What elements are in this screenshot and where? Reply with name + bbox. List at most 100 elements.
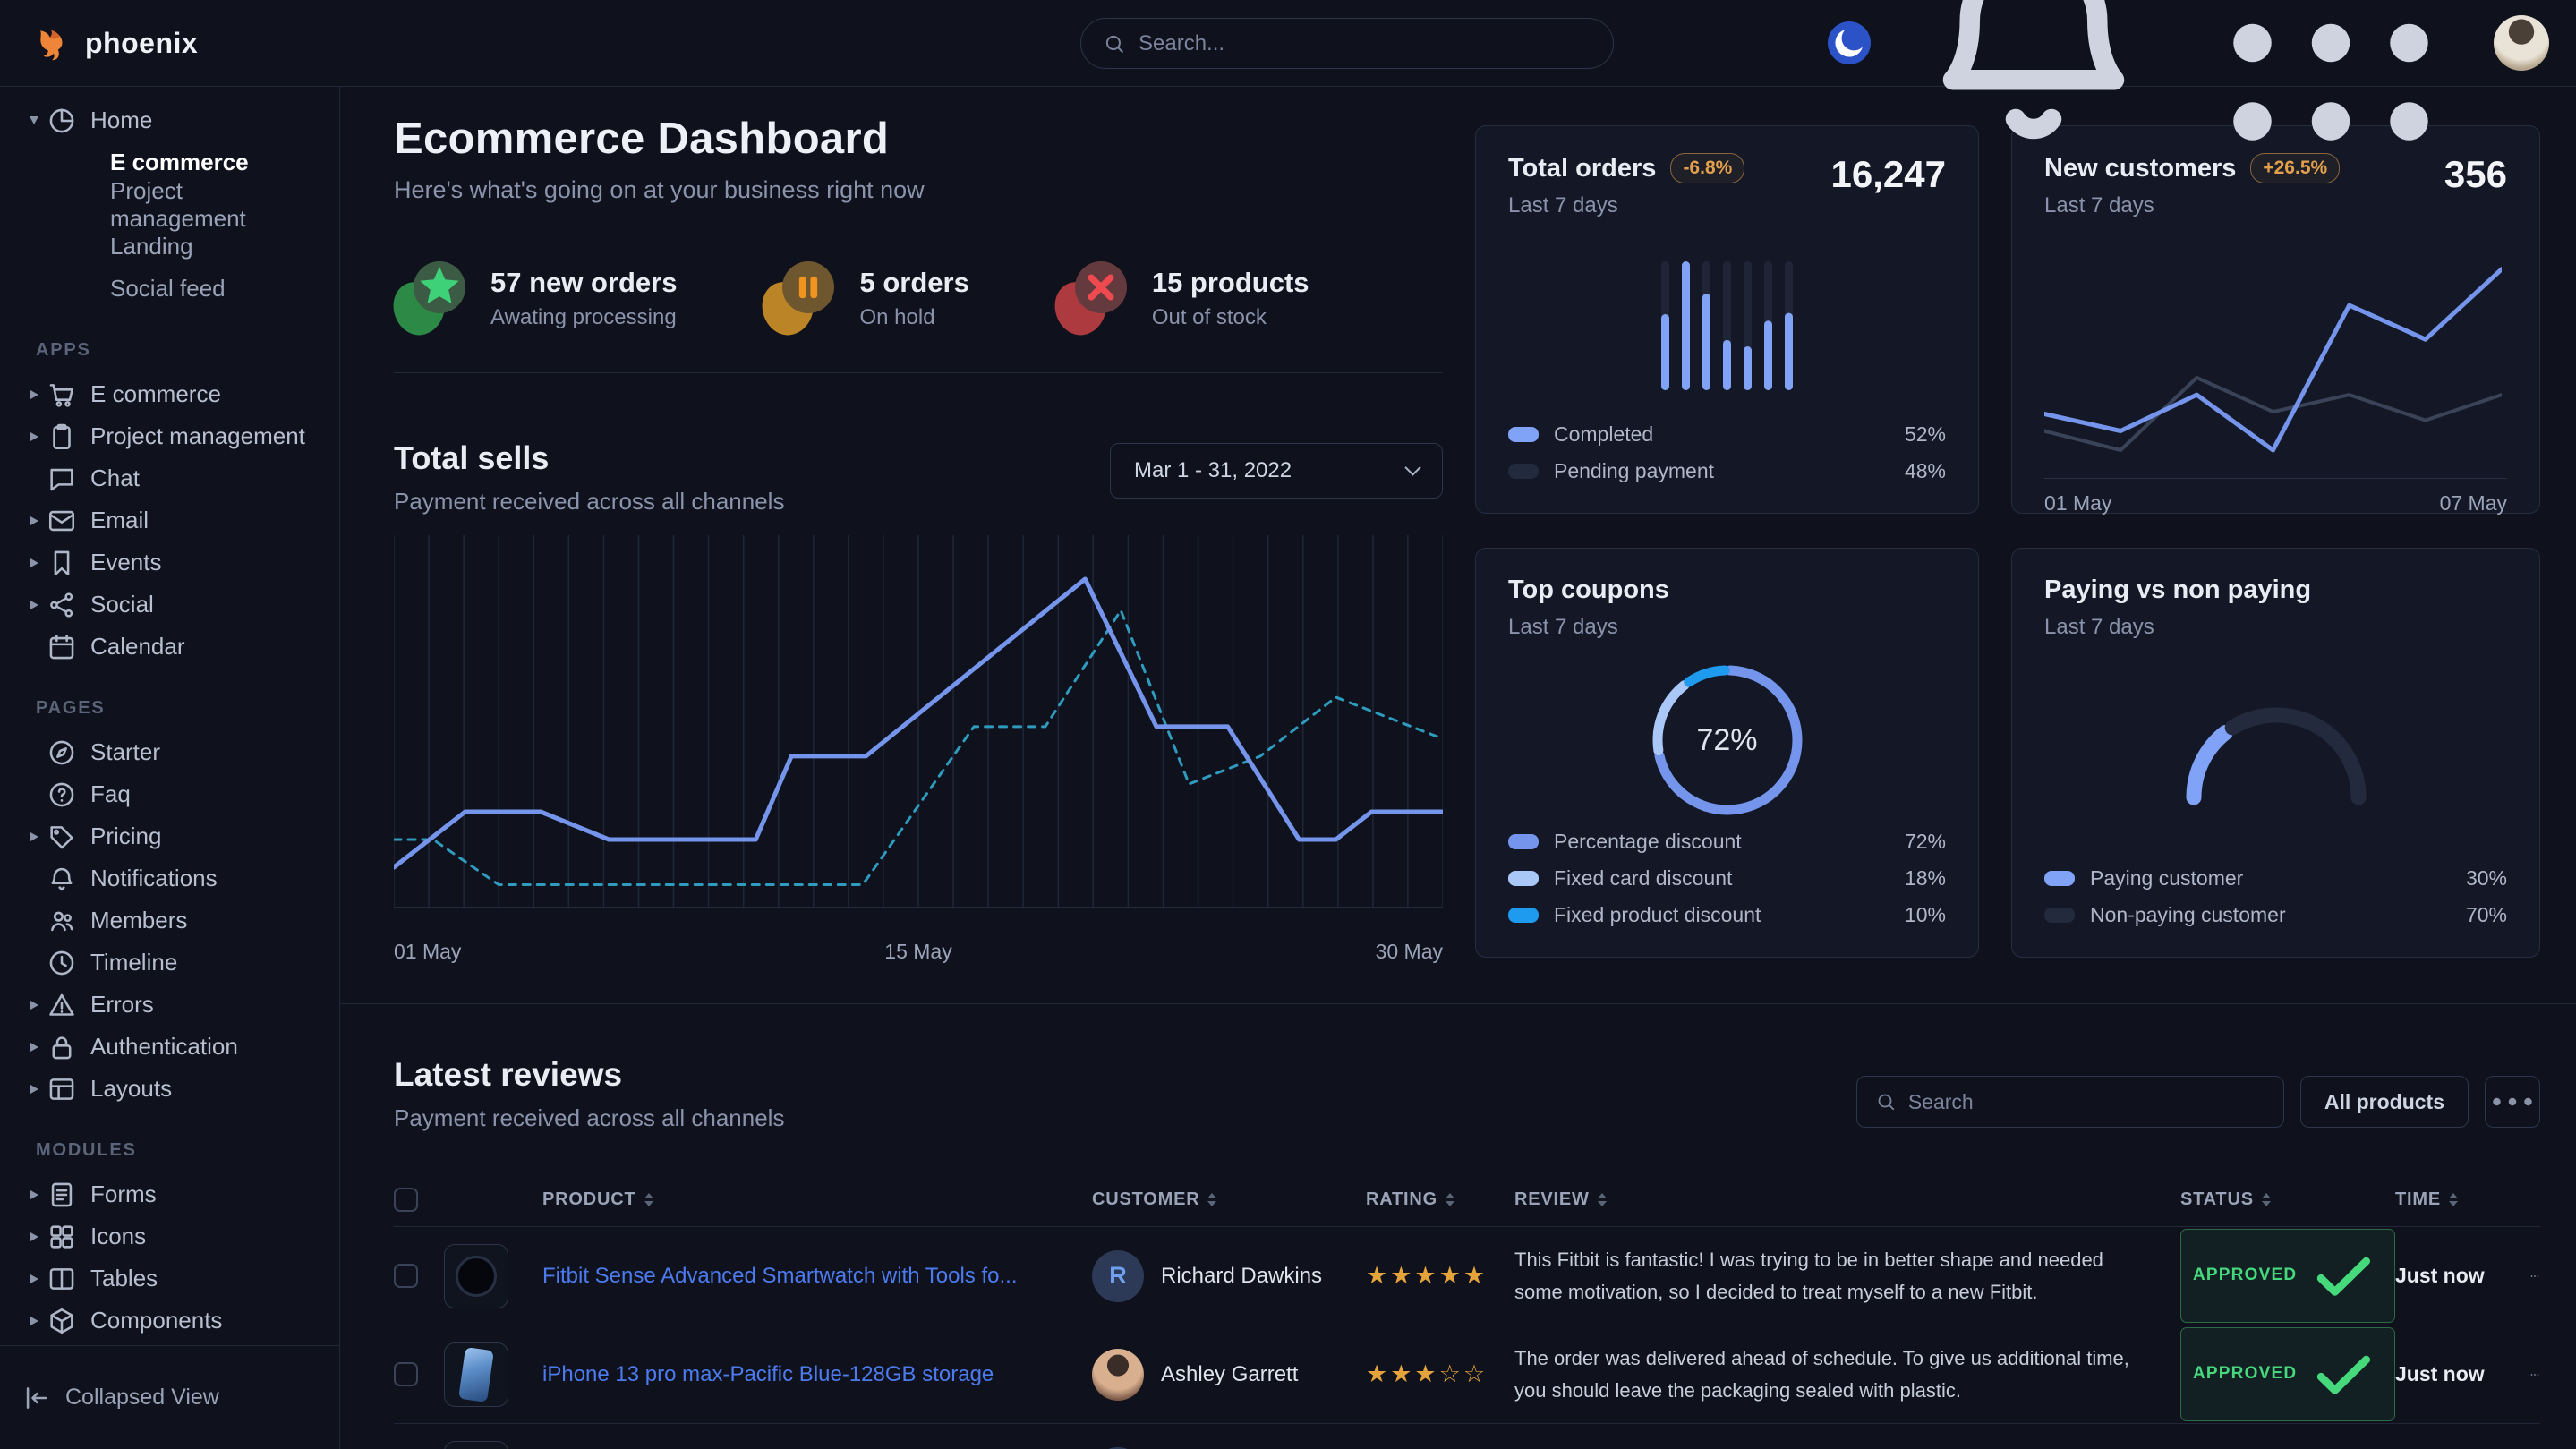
apps-menu-button[interactable] <box>2196 0 2465 177</box>
status-badge: APPROVED <box>2180 1229 2395 1323</box>
product-link[interactable]: iPhone 13 pro max-Pacific Blue-128GB sto… <box>542 1362 1092 1387</box>
product-link[interactable]: Fitbit Sense Advanced Smartwatch with To… <box>542 1264 1092 1289</box>
reviews-menu-button[interactable] <box>2485 1076 2540 1128</box>
new-customers-x-axis: 01 May 07 May <box>2044 478 2507 516</box>
sidebar-item-icons[interactable]: Icons <box>21 1215 321 1257</box>
brand-name: phoenix <box>85 27 198 60</box>
column-header-review[interactable]: REVIEW <box>1514 1189 2180 1210</box>
sidebar-item-authentication[interactable]: Authentication <box>21 1026 321 1068</box>
reviews-search[interactable] <box>1856 1076 2284 1128</box>
reviews-search-input[interactable] <box>1908 1090 2265 1114</box>
avatar[interactable]: R <box>1092 1250 1144 1302</box>
product-thumbnail-smartwatch[interactable] <box>444 1244 508 1308</box>
legend-swatch <box>1508 427 1539 442</box>
row-checkbox[interactable] <box>394 1264 418 1288</box>
sidebar-item-calendar[interactable]: Calendar <box>21 626 321 668</box>
table-row: iPhone 13 pro max-Pacific Blue-128GB sto… <box>394 1325 2540 1424</box>
sidebar-item-components[interactable]: Components <box>21 1300 321 1342</box>
phoenix-flame-icon <box>34 24 72 62</box>
column-header-product[interactable]: PRODUCT <box>542 1189 1092 1210</box>
product-thumbnail-iphone[interactable] <box>444 1342 508 1407</box>
brand-logo[interactable]: phoenix <box>34 24 198 62</box>
ellipsis-icon <box>2529 1271 2540 1282</box>
legend-swatch <box>1508 834 1539 849</box>
bell-icon <box>47 864 77 894</box>
sidebar-item-pricing[interactable]: Pricing <box>21 815 321 857</box>
calendar-icon <box>47 632 77 662</box>
users-icon <box>47 906 77 936</box>
sidebar-item-ecommerce[interactable]: E commerce <box>21 373 321 415</box>
coupons-donut-chart: 72% <box>1642 654 1813 826</box>
cart-icon <box>47 379 77 410</box>
card-title: Paying vs non paying <box>2044 575 2507 605</box>
sidebar-item-faq[interactable]: Faq <box>21 773 321 815</box>
sidebar-item-social[interactable]: Social <box>21 584 321 626</box>
legend-swatch <box>2044 871 2075 886</box>
row-menu-button[interactable] <box>2529 1271 2540 1282</box>
chat-bubble-icon <box>47 464 77 494</box>
legend-swatch <box>1508 908 1539 923</box>
sidebar-item-members[interactable]: Members <box>21 899 321 942</box>
check-icon <box>2305 1237 2383 1315</box>
column-header-rating[interactable]: RATING <box>1366 1189 1514 1210</box>
sidebar-item-errors[interactable]: Errors <box>21 984 321 1026</box>
dashboard-right-column: Total orders -6.8% Last 7 days 16,247 Co… <box>1475 114 2540 964</box>
card-title: Total orders <box>1508 154 1656 183</box>
caret-right-icon <box>21 558 47 567</box>
caret-right-icon <box>21 1232 47 1241</box>
all-products-button[interactable]: All products <box>2300 1076 2469 1128</box>
row-menu-button[interactable] <box>2529 1369 2540 1380</box>
table-header-row: PRODUCT CUSTOMER RATING REVIEW STATUS TI… <box>394 1172 2540 1227</box>
stat-caption: Awating processing <box>490 305 677 330</box>
sidebar-item-starter[interactable]: Starter <box>21 731 321 773</box>
total-sells-subtitle: Payment received across all channels <box>394 488 784 516</box>
moon-icon <box>1828 21 1871 64</box>
notifications-button[interactable] <box>1899 0 2168 177</box>
sidebar-item-home-social-feed[interactable]: Social feed <box>21 268 321 310</box>
caret-right-icon <box>21 1274 47 1283</box>
column-header-time[interactable]: TIME <box>2395 1189 2529 1210</box>
caret-right-icon <box>21 832 47 841</box>
order-stats: 57 new orders Awating processing 5 order… <box>394 261 1443 335</box>
sidebar-item-events[interactable]: Events <box>21 541 321 584</box>
column-header-customer[interactable]: CUSTOMER <box>1092 1189 1366 1210</box>
card-period: Last 7 days <box>1508 615 1946 640</box>
theme-toggle-button[interactable] <box>1828 21 1871 64</box>
avatar[interactable] <box>1092 1349 1144 1401</box>
pause-icon <box>763 261 834 335</box>
sidebar-item-tables[interactable]: Tables <box>21 1257 321 1300</box>
user-avatar[interactable] <box>2494 15 2549 71</box>
row-checkbox[interactable] <box>394 1362 418 1386</box>
reviews-table: PRODUCT CUSTOMER RATING REVIEW STATUS TI… <box>394 1172 2540 1449</box>
grid-icon <box>47 1222 77 1252</box>
global-search[interactable] <box>1080 18 1614 69</box>
date-range-select[interactable]: Mar 1 - 31, 2022 <box>1110 443 1443 499</box>
sidebar-item-forms[interactable]: Forms <box>21 1173 321 1215</box>
reviews-title: Latest reviews <box>394 1056 784 1094</box>
customer-name: Richard Dawkins <box>1161 1264 1322 1289</box>
table-icon <box>47 1264 77 1294</box>
sidebar-item-notifications[interactable]: Notifications <box>21 857 321 899</box>
caret-right-icon <box>21 516 47 525</box>
select-all-checkbox[interactable] <box>394 1188 418 1212</box>
sidebar-item-layouts[interactable]: Layouts <box>21 1068 321 1110</box>
sidebar-item-project-management[interactable]: Project management <box>21 415 321 457</box>
global-search-input[interactable] <box>1139 31 1591 56</box>
sidebar-item-home[interactable]: Home <box>21 99 321 141</box>
stat-new-orders: 57 new orders Awating processing <box>394 261 677 335</box>
sidebar-item-email[interactable]: Email <box>21 499 321 541</box>
sidebar-item-timeline[interactable]: Timeline <box>21 942 321 984</box>
sidebar-item-chat[interactable]: Chat <box>21 457 321 499</box>
lock-icon <box>47 1032 77 1062</box>
collapse-sidebar-button[interactable]: Collapsed View <box>0 1345 339 1449</box>
column-header-status[interactable]: STATUS <box>2180 1189 2395 1210</box>
collapse-left-icon <box>21 1383 52 1413</box>
caret-right-icon <box>21 601 47 609</box>
total-orders-bar-chart <box>1661 258 1793 394</box>
status-badge: APPROVED <box>2180 1327 2395 1421</box>
product-thumbnail[interactable] <box>444 1441 508 1449</box>
sidebar-item-home-project-management[interactable]: Project management <box>21 183 321 226</box>
bell-icon <box>1899 0 2168 177</box>
bookmark-icon <box>47 548 77 578</box>
table-row: Fitbit Sense Advanced Smartwatch with To… <box>394 1227 2540 1325</box>
